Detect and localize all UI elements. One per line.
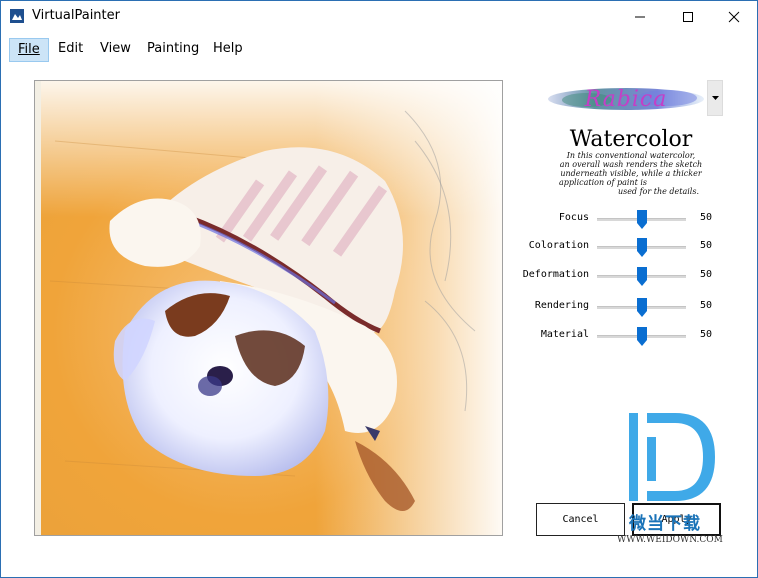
cancel-button[interactable]: Cancel	[536, 503, 625, 536]
deformation-slider-thumb[interactable]	[636, 267, 647, 286]
style-description: In this conventional watercolor, an over…	[549, 151, 713, 196]
app-window: VirtualPainter File Edit View Painting H…	[0, 0, 758, 578]
menu-edit-label: Edit	[58, 41, 84, 56]
menu-painting[interactable]: Painting	[139, 38, 207, 62]
style-logo: Rabica	[547, 84, 705, 112]
close-button[interactable]	[711, 1, 757, 32]
maximize-button[interactable]	[665, 1, 711, 32]
window-title: VirtualPainter	[32, 8, 120, 23]
style-name: Watercolor	[569, 127, 693, 152]
param-label: Coloration	[528, 240, 589, 251]
param-label: Material	[540, 329, 589, 340]
menu-painting-label: Painting	[147, 41, 200, 56]
coloration-slider-thumb[interactable]	[636, 238, 647, 257]
param-label: Rendering	[534, 300, 589, 311]
param-focus: Focus 50	[521, 209, 721, 229]
minimize-button[interactable]	[617, 1, 663, 32]
app-icon	[10, 9, 24, 23]
style-selector[interactable]: Rabica	[541, 80, 723, 116]
style-description-line: underneath visible, while a thicker	[560, 169, 702, 178]
param-value: 50	[700, 269, 713, 280]
style-description-line: used for the details.	[617, 187, 699, 196]
minimize-icon	[635, 16, 645, 17]
menu-edit[interactable]: Edit	[50, 38, 91, 62]
watercolor-painting	[35, 81, 502, 535]
menu-file-label: File	[18, 42, 40, 57]
material-slider-thumb[interactable]	[636, 327, 647, 346]
param-material: Material 50	[521, 326, 721, 346]
style-dropdown-button[interactable]	[707, 80, 723, 116]
style-description-line: an overall wash renders the sketch	[559, 160, 703, 169]
param-label: Deformation	[522, 269, 589, 280]
close-icon	[728, 11, 740, 22]
menu-view[interactable]: View	[92, 38, 139, 62]
style-description-line: In this conventional watercolor,	[566, 151, 696, 160]
param-value: 50	[700, 212, 713, 223]
param-value: 50	[700, 329, 713, 340]
watermark-text: 微当下载	[629, 514, 701, 534]
rendering-slider-thumb[interactable]	[636, 298, 647, 317]
menu-bar: File Edit View Painting Help	[1, 36, 757, 64]
watermark-url: WWW.WEIDOWN.COM	[617, 535, 723, 545]
menu-help[interactable]: Help	[205, 38, 251, 62]
watermark: 微当下载 WWW.WEIDOWN.COM	[617, 411, 733, 551]
menu-file[interactable]: File	[9, 38, 49, 62]
param-value: 50	[700, 300, 713, 311]
focus-slider-thumb[interactable]	[636, 210, 647, 229]
watermark-logo-icon	[629, 413, 715, 501]
param-deformation: Deformation 50	[521, 266, 721, 286]
dropdown-arrow-icon	[711, 95, 719, 100]
param-label: Focus	[558, 212, 589, 223]
painting-canvas[interactable]	[34, 80, 503, 536]
maximize-icon	[683, 11, 693, 22]
param-coloration: Coloration 50	[521, 237, 721, 257]
title-bar[interactable]: VirtualPainter	[1, 1, 757, 32]
style-selected-label: Rabica	[584, 87, 668, 112]
param-rendering: Rendering 50	[521, 297, 721, 317]
style-description-line: application of paint is	[559, 178, 648, 187]
menu-help-label: Help	[213, 41, 243, 56]
menu-view-label: View	[100, 41, 131, 56]
param-value: 50	[700, 240, 713, 251]
